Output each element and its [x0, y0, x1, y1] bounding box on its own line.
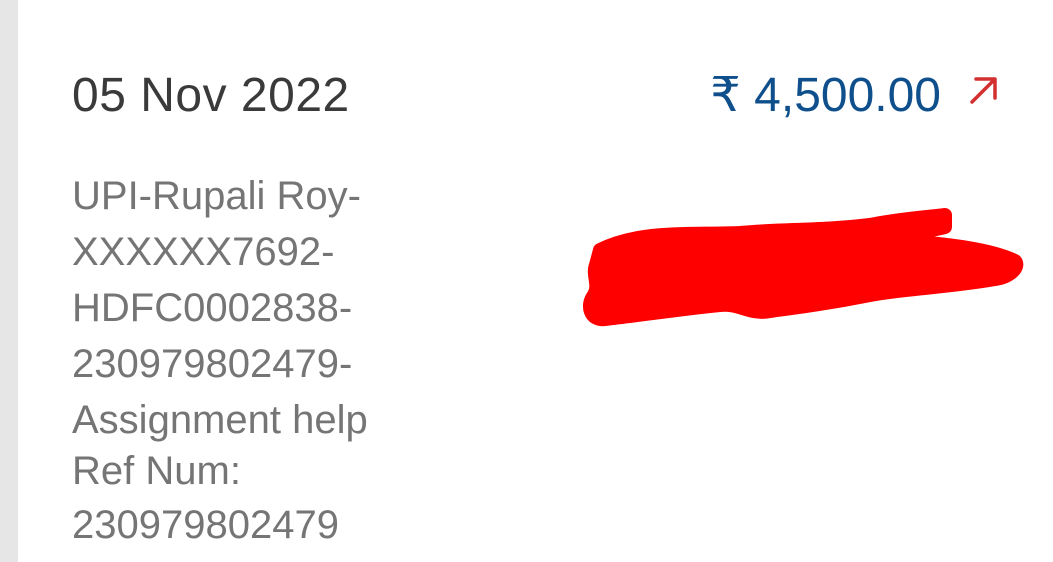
transaction-description: UPI-Rupali Roy- XXXXXX7692- HDFC0002838-…: [72, 168, 502, 448]
description-line: XXXXXX7692-: [72, 230, 335, 274]
description-line: 230979802479-: [72, 342, 353, 386]
description-line: Assignment help: [72, 398, 368, 442]
description-line: HDFC0002838-: [72, 286, 353, 330]
transaction-date: 05 Nov 2022: [72, 69, 350, 122]
ref-label: Ref Num:: [72, 449, 241, 493]
reference-number: Ref Num: 230979802479: [72, 444, 339, 552]
description-line: UPI-Rupali Roy-: [72, 174, 361, 218]
transaction-detail-card: 05 Nov 2022 ₹ 4,500.00 UPI-Rupali Roy- X…: [0, 0, 1053, 562]
left-edge-strip: [0, 0, 18, 562]
redaction-scribble: [583, 208, 1024, 327]
transaction-amount: ₹ 4,500.00: [710, 69, 941, 122]
arrow-up-right-icon: [970, 77, 997, 104]
ref-value: 230979802479: [72, 503, 339, 547]
